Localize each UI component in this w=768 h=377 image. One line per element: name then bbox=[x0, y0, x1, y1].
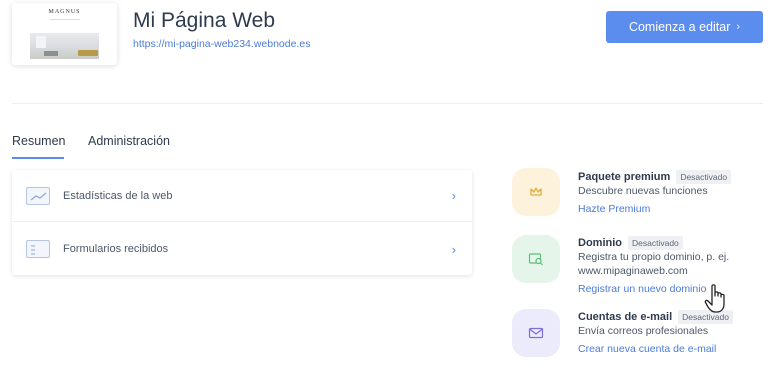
domain-description: Registra tu propio dominio, p. ej. bbox=[578, 251, 730, 263]
start-editing-button[interactable]: Comienza a editar › bbox=[606, 11, 763, 43]
list-item-statistics[interactable]: Estadísticas de la web › bbox=[12, 170, 472, 222]
header-divider bbox=[12, 103, 763, 104]
site-url-link[interactable]: https://mi-pagina-web234.webnode.es bbox=[133, 38, 310, 50]
domain-example: www.mipaginaweb.com bbox=[578, 265, 688, 277]
active-tab-indicator bbox=[12, 157, 64, 159]
go-premium-link[interactable]: Hazte Premium bbox=[578, 203, 650, 215]
list-item-label: Estadísticas de la web bbox=[63, 189, 173, 202]
page-title: Mi Página Web bbox=[133, 9, 276, 32]
email-description: Envía correos profesionales bbox=[578, 325, 709, 337]
list-item-forms[interactable]: Formularios recibidos › bbox=[12, 223, 472, 275]
crown-icon bbox=[512, 168, 560, 216]
tab-administracion[interactable]: Administración bbox=[88, 134, 170, 148]
overview-card: Estadísticas de la web › Formularios rec… bbox=[12, 170, 472, 275]
start-editing-label: Comienza a editar bbox=[628, 20, 731, 34]
site-thumbnail[interactable]: MAGNUS bbox=[12, 3, 117, 65]
stats-chart-icon bbox=[26, 186, 50, 205]
domain-title: Dominio Desactivado bbox=[578, 236, 683, 250]
thumbnail-image bbox=[30, 33, 99, 59]
mail-icon bbox=[512, 309, 560, 357]
chevron-right-icon: › bbox=[451, 188, 456, 203]
domain-search-icon bbox=[512, 235, 560, 283]
chevron-right-icon: › bbox=[451, 241, 456, 257]
premium-package-title: Paquete premium Desactivado bbox=[578, 170, 732, 184]
chevron-right-icon: › bbox=[736, 21, 741, 33]
form-icon bbox=[26, 240, 50, 258]
list-item-label: Formularios recibidos bbox=[63, 243, 169, 255]
premium-description: Descubre nuevas funciones bbox=[578, 185, 708, 197]
register-domain-link[interactable]: Registrar un nuevo dominio bbox=[578, 283, 706, 295]
hand-cursor-icon bbox=[703, 283, 731, 315]
status-badge: Desactivado bbox=[676, 170, 732, 184]
create-email-link[interactable]: Crear nueva cuenta de e-mail bbox=[578, 343, 716, 355]
tab-resumen[interactable]: Resumen bbox=[12, 134, 66, 148]
thumbnail-logo: MAGNUS bbox=[48, 9, 81, 15]
status-badge: Desactivado bbox=[628, 236, 683, 250]
